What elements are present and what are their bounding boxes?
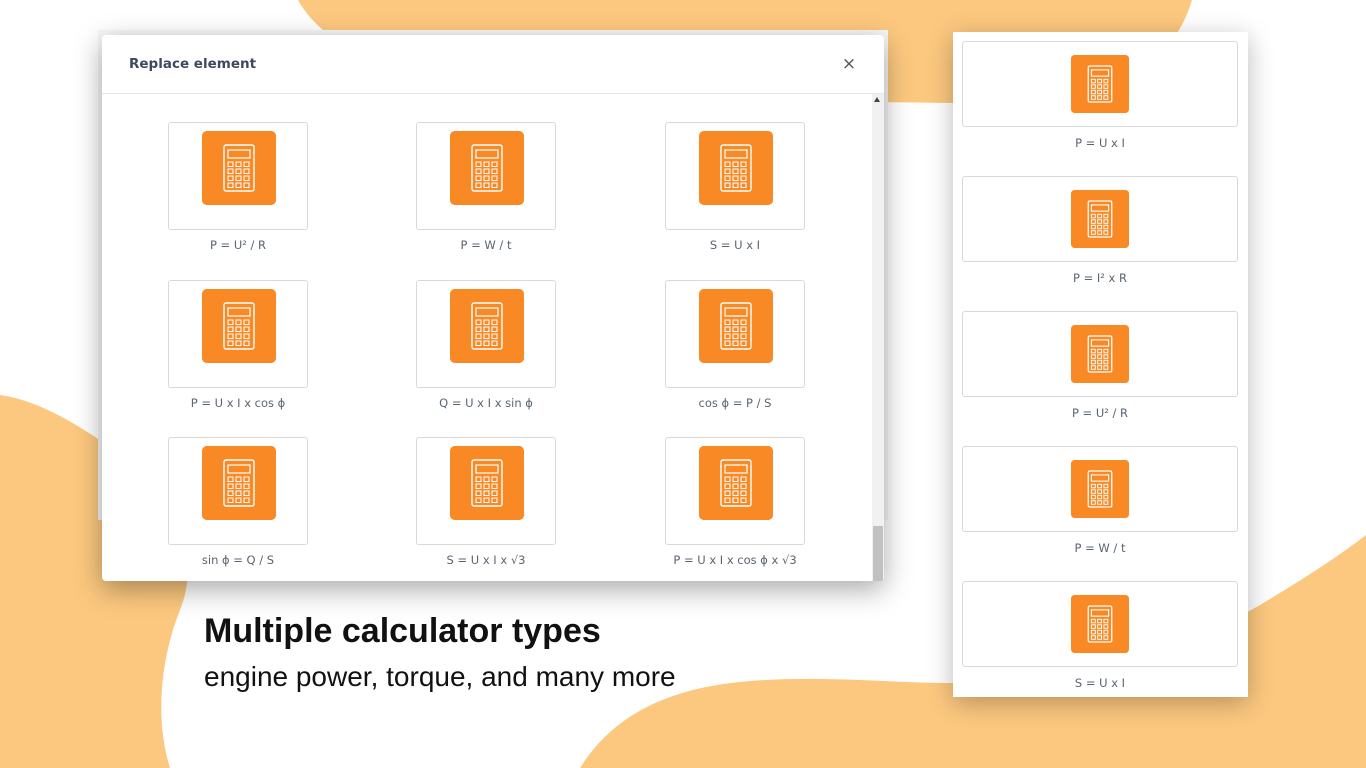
side-element-label: P = U x I [1075, 136, 1125, 150]
caption-title: Multiple calculator types [204, 612, 601, 650]
element-tile-label: S = U x I x √3 [446, 553, 526, 567]
calculator-icon [202, 446, 276, 520]
element-tile-label: P = U x I x cos ϕ x √3 [673, 553, 797, 567]
side-element-label: P = U² / R [1071, 406, 1129, 420]
modal-header: Replace element × [102, 35, 884, 94]
side-element-tile[interactable] [962, 446, 1238, 532]
element-tile-label: P = U² / R [209, 238, 267, 252]
calculator-icon [202, 289, 276, 363]
element-tile-label: cos ϕ = P / S [698, 396, 772, 410]
side-element-tile[interactable] [962, 176, 1238, 262]
modal-title: Replace element [129, 56, 257, 72]
side-panel-list: P = U x I P = I² x R P = U² / R P = W / t S … [953, 32, 1248, 697]
modal-scrollbar[interactable] [872, 94, 884, 581]
side-element-label: P = W / t [1074, 541, 1126, 555]
element-tile[interactable] [416, 437, 556, 545]
close-icon[interactable]: × [838, 53, 860, 75]
modal-body: P = U² / R P = W / t S = U x I P = U x I x … [102, 94, 872, 581]
calculator-icon [1071, 190, 1129, 248]
side-element-tile[interactable] [962, 581, 1238, 667]
element-tile[interactable] [168, 122, 308, 230]
element-tile-label: P = U x I x cos ϕ [190, 396, 286, 410]
element-tile[interactable] [665, 437, 805, 545]
element-tile-label: Q = U x I x sin ϕ [439, 396, 533, 410]
element-tile[interactable] [168, 280, 308, 388]
element-tile[interactable] [168, 437, 308, 545]
element-tile[interactable] [416, 122, 556, 230]
element-tile-label: sin ϕ = Q / S [201, 553, 275, 567]
calculator-icon [1071, 460, 1129, 518]
element-tile[interactable] [665, 280, 805, 388]
scrollbar-thumb[interactable] [873, 526, 883, 581]
calculator-icon [450, 131, 524, 205]
element-tile-label: P = W / t [460, 238, 512, 252]
side-element-label: P = I² x R [1073, 271, 1127, 285]
promo-stage: Replace element × P = U² / R P = W / t S =… [0, 0, 1366, 768]
calculator-icon [699, 446, 773, 520]
calculator-icon [699, 131, 773, 205]
side-element-tile[interactable] [962, 41, 1238, 127]
calculator-icon [1071, 55, 1129, 113]
element-tile[interactable] [416, 280, 556, 388]
side-element-label: S = U x I [1074, 676, 1126, 690]
calculator-icon [1071, 325, 1129, 383]
calculator-icon [450, 289, 524, 363]
element-tile[interactable] [665, 122, 805, 230]
calculator-icon [202, 131, 276, 205]
side-element-tile[interactable] [962, 311, 1238, 397]
element-tile-label: S = U x I [709, 238, 761, 252]
scroll-up-arrow-icon[interactable] [874, 97, 880, 102]
calculator-icon [450, 446, 524, 520]
caption-subtitle: engine power, torque, and many more [204, 661, 676, 692]
calculator-icon [699, 289, 773, 363]
calculator-icon [1071, 595, 1129, 653]
replace-element-modal: Replace element × P = U² / R P = W / t S =… [102, 35, 884, 581]
